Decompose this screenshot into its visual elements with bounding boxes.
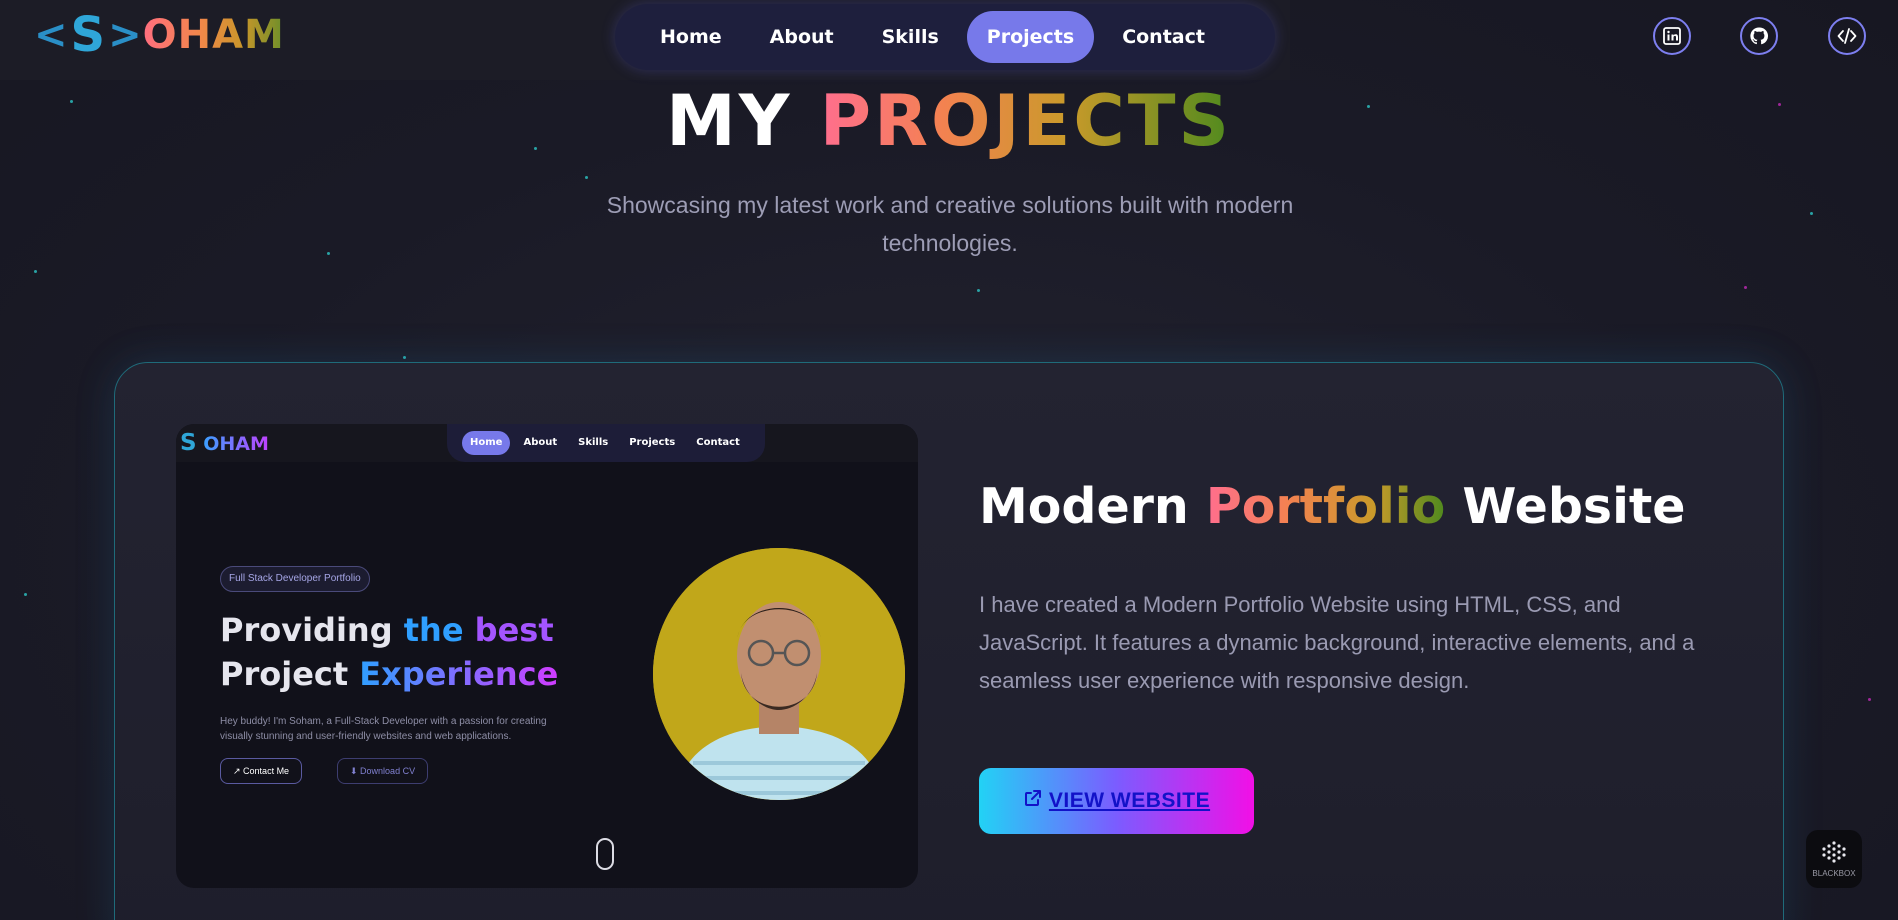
site-logo[interactable]: < S > OHAM — [34, 7, 285, 63]
preview-heading-word: best — [474, 611, 554, 649]
nav-about[interactable]: About — [750, 11, 854, 63]
preview-nav-home: Home — [462, 431, 511, 455]
preview-badge: Full Stack Developer Portfolio — [220, 566, 370, 592]
preview-nav-projects: Projects — [629, 437, 676, 448]
particle — [24, 593, 27, 596]
project-title: Modern Portfolio Website — [979, 478, 1686, 535]
preview-nav-skills: Skills — [578, 437, 609, 448]
logo-text: OHAM — [142, 12, 285, 58]
preview-download-button: ⬇ Download CV — [337, 758, 429, 784]
external-link-icon — [1024, 790, 1041, 806]
linkedin-icon — [1663, 27, 1681, 45]
particle — [403, 356, 406, 359]
preview-profile-photo — [653, 548, 905, 800]
particle — [1810, 212, 1813, 215]
project-title-part: Portfolio — [1205, 478, 1446, 535]
preview-nav-contact: Contact — [696, 437, 740, 448]
nav-skills[interactable]: Skills — [862, 11, 959, 63]
person-portrait-icon — [653, 548, 905, 800]
preview-heading-word: the — [403, 611, 464, 649]
section-title-word1: MY — [666, 80, 793, 162]
preview-badge-text: Full Stack Developer Portfolio — [229, 573, 361, 584]
section-subtitle: Showcasing my latest work and creative s… — [606, 192, 1294, 256]
particle — [977, 289, 980, 292]
particle — [585, 176, 588, 179]
preview-heading-word: Providing — [220, 611, 393, 649]
preview-logo-text: OHAM — [203, 433, 269, 455]
project-title-part: Modern — [979, 478, 1189, 535]
blackbox-label: BLACKBOX — [1812, 869, 1856, 878]
logo-letter: S — [70, 7, 107, 63]
logo-bracket-right: > — [108, 12, 143, 58]
particle — [34, 270, 37, 273]
project-title-part: Website — [1462, 478, 1686, 535]
code-link[interactable] — [1828, 17, 1866, 55]
preview-nav: Home About Skills Projects Contact — [447, 424, 765, 462]
preview-contact-button: ↗ Contact Me — [220, 758, 303, 784]
preview-description: Hey buddy! I'm Soham, a Full-Stack Devel… — [220, 716, 547, 742]
scroll-indicator-icon — [596, 838, 614, 870]
preview-contact-label: Contact Me — [243, 766, 290, 776]
github-icon — [1750, 27, 1769, 45]
particle — [327, 252, 330, 255]
section-title: MY PROJECTS — [0, 80, 1898, 162]
particle — [1868, 698, 1871, 701]
preview-heading: Providing the best Project Experience — [220, 608, 558, 696]
blackbox-logo-icon — [1822, 841, 1846, 863]
linkedin-link[interactable] — [1653, 17, 1691, 55]
view-website-button[interactable]: VIEW WEBSITE — [979, 768, 1254, 834]
blackbox-widget[interactable]: BLACKBOX — [1806, 830, 1862, 888]
preview-heading-word: Project — [220, 655, 349, 693]
preview-logo: S OHAM — [180, 430, 269, 456]
preview-heading-word: Experience — [359, 655, 559, 693]
particle — [1744, 286, 1747, 289]
github-link[interactable] — [1740, 17, 1778, 55]
main-nav: Home About Skills Projects Contact — [615, 4, 1275, 70]
project-description: I have created a Modern Portfolio Websit… — [979, 592, 1695, 693]
logo-bracket-left: < — [34, 12, 69, 58]
preview-nav-about: About — [523, 437, 558, 448]
project-preview-image[interactable]: S OHAM Home About Skills Projects Contac… — [176, 424, 918, 888]
preview-download-label: Download CV — [360, 766, 416, 776]
code-icon — [1837, 28, 1857, 44]
nav-home[interactable]: Home — [640, 11, 742, 63]
view-website-label: VIEW WEBSITE — [1048, 789, 1211, 812]
section-title-word2: PROJECTS — [819, 80, 1232, 162]
nav-contact[interactable]: Contact — [1102, 11, 1225, 63]
preview-logo-letter: S — [180, 430, 197, 456]
nav-projects[interactable]: Projects — [966, 11, 1095, 63]
